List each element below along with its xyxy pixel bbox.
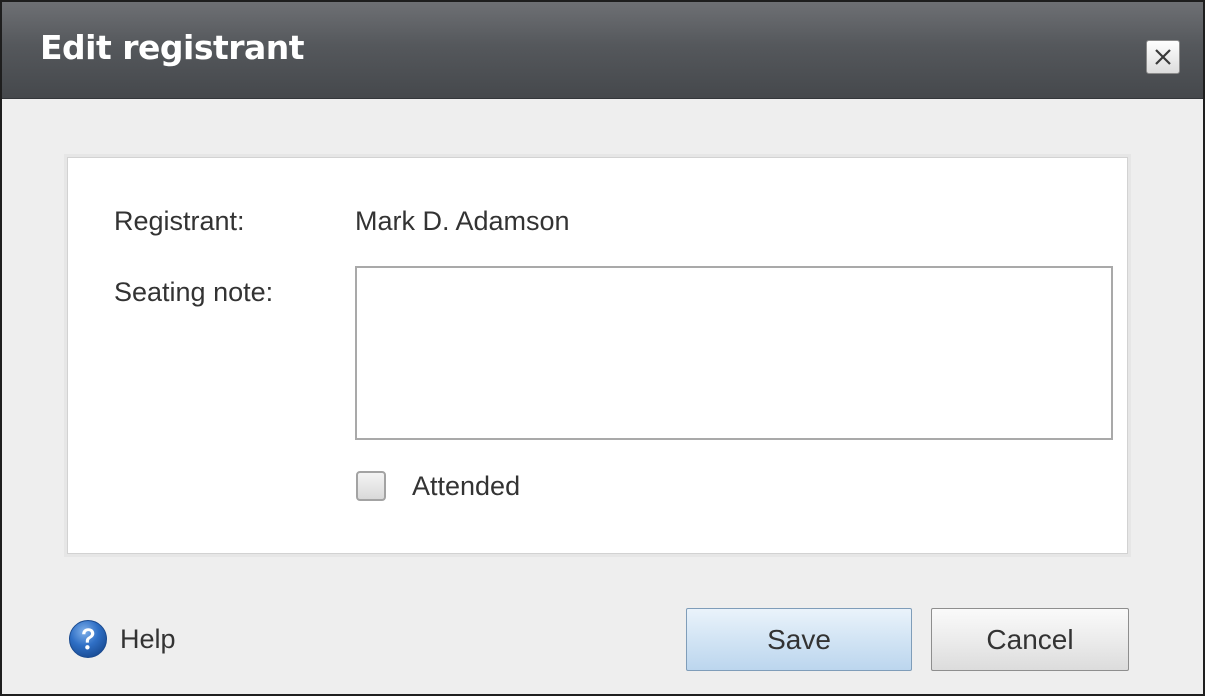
help-label[interactable]: Help	[120, 623, 176, 655]
seating-note-label: Seating note:	[114, 277, 274, 307]
registrant-label: Registrant:	[114, 206, 245, 236]
save-button[interactable]: Save	[686, 608, 912, 671]
cancel-button[interactable]: Cancel	[931, 608, 1129, 671]
dialog-titlebar: Edit registrant	[2, 2, 1203, 99]
close-button[interactable]	[1146, 40, 1180, 74]
help-link[interactable]: Help	[68, 619, 176, 659]
form-panel: Registrant: Mark D. Adamson Seating note…	[67, 157, 1128, 554]
help-icon	[69, 620, 107, 658]
dialog-title: Edit registrant	[40, 28, 305, 67]
attended-checkbox[interactable]	[356, 471, 386, 501]
edit-registrant-dialog: Edit registrant Registrant: Mark D. Adam…	[0, 0, 1205, 696]
seating-note-field[interactable]	[355, 266, 1113, 440]
attended-label[interactable]: Attended	[412, 470, 520, 502]
registrant-value: Mark D. Adamson	[355, 206, 570, 236]
close-icon	[1155, 49, 1171, 65]
